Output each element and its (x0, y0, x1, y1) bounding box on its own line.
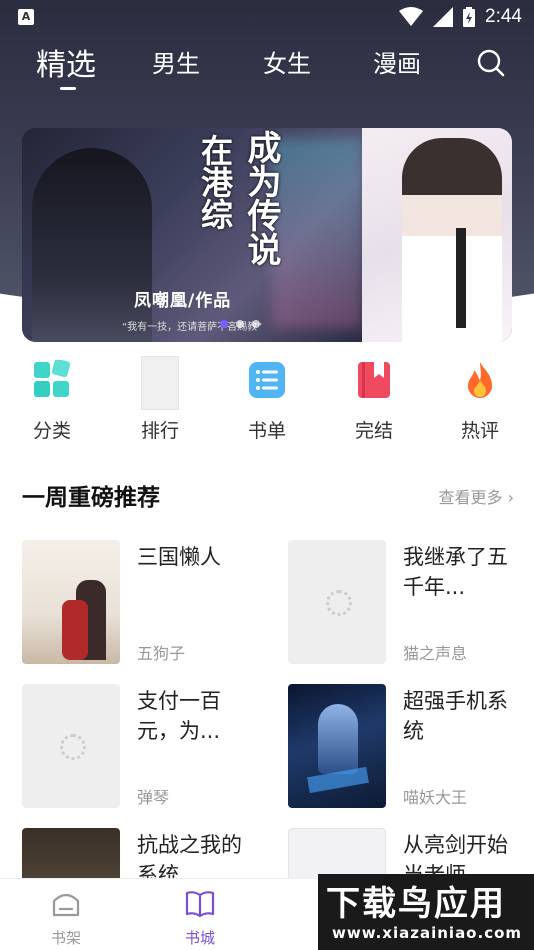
category-label: 排行 (140, 420, 179, 442)
chevron-right-icon: › (507, 488, 514, 507)
grid-icon (34, 358, 71, 397)
bookmark-book-icon (358, 362, 390, 398)
status-bar: A 2:44 (0, 0, 534, 36)
list-icon (249, 362, 285, 398)
signal-icon (433, 7, 454, 27)
nav-bookstore[interactable]: 书城 (160, 887, 240, 948)
battery-icon (463, 7, 476, 27)
book-cover (22, 684, 120, 808)
carousel-dot[interactable] (220, 320, 228, 328)
nav-label: 书架 (50, 929, 81, 947)
tab-comics[interactable]: 漫画 (373, 44, 421, 79)
tab-female[interactable]: 女生 (263, 44, 311, 79)
banner-character-tie (456, 228, 466, 328)
book-title: 三国懒人 (137, 545, 221, 569)
category-label: 完结 (354, 420, 393, 442)
tab-indicator (60, 87, 76, 90)
cover-cape (62, 600, 88, 660)
category-label: 热评 (460, 420, 499, 442)
open-book-icon (185, 891, 215, 918)
book-author: 喵妖大王 (403, 788, 468, 807)
category-hot-reviews[interactable]: 热评 (440, 352, 520, 443)
top-tabs: 精选 男生 女生 漫画 (0, 40, 534, 96)
see-more-link[interactable]: 查看更多 › (438, 484, 514, 508)
watermark-title: 下载鸟应用 (326, 884, 506, 924)
banner-author: 凤嘲凰/作品 (134, 291, 232, 311)
app-notification-icon: A (18, 9, 34, 25)
nav-label: 书城 (184, 929, 215, 947)
watermark-logo: 下载鸟应用 www.xiazainiao.com (318, 874, 534, 950)
book-title: 我继承了五千年... (403, 545, 508, 599)
book-card[interactable]: 三国懒人 五狗子 (22, 540, 272, 666)
tab-male[interactable]: 男生 (152, 44, 200, 79)
book-card[interactable]: 超强手机系统 喵妖大王 (288, 684, 534, 810)
category-label: 分类 (32, 420, 71, 442)
banner-glow (272, 138, 362, 328)
weekly-recommend-header: 一周重磅推荐 查看更多 › (22, 478, 514, 514)
carousel-dot[interactable] (252, 320, 260, 328)
search-icon[interactable] (476, 48, 506, 78)
book-author: 弹琴 (137, 788, 170, 807)
category-classify[interactable]: 分类 (12, 352, 92, 443)
book-cover (288, 540, 386, 664)
category-booklist[interactable]: 书单 (227, 352, 307, 443)
banner-title-line-2: 成为传说 (241, 130, 281, 266)
fire-icon (468, 362, 492, 398)
watermark-url: www.xiazainiao.com (332, 924, 523, 942)
cover-hero-figure (318, 704, 358, 774)
book-cover (22, 540, 120, 664)
see-more-label: 查看更多 (438, 488, 503, 507)
book-card[interactable]: 支付一百元，为... 弹琴 (22, 684, 272, 810)
bookshelf-icon (52, 893, 80, 917)
book-author: 五狗子 (137, 644, 186, 663)
carousel-dot[interactable] (236, 320, 244, 328)
banner-next-artwork (362, 128, 512, 342)
cover-title-band (307, 766, 369, 794)
banner-carousel[interactable]: 成为传说 在港综 凤嘲凰/作品 “我有一技，还请菩萨不吝赐教” (22, 128, 512, 342)
book-title: 支付一百元，为... (137, 689, 221, 743)
banner-figure (32, 148, 152, 342)
clock: 2:44 (485, 6, 522, 27)
category-label: 书单 (247, 420, 286, 442)
ranking-icon (141, 356, 179, 410)
book-card[interactable]: 我继承了五千年... 猫之声息 (288, 540, 534, 666)
tab-featured[interactable]: 精选 (36, 40, 96, 84)
banner-title-line-1: 在港综 (196, 134, 234, 230)
category-completed[interactable]: 完结 (334, 352, 414, 443)
book-cover (288, 684, 386, 808)
wifi-icon (399, 7, 424, 26)
nav-bookshelf[interactable]: 书架 (26, 887, 106, 948)
category-row: 分类 排行 书单 完结 热评 (0, 352, 534, 452)
banner-character (402, 138, 502, 342)
category-ranking[interactable]: 排行 (120, 352, 200, 443)
book-author: 猫之声息 (403, 644, 468, 663)
carousel-dots (220, 320, 260, 328)
book-title: 超强手机系统 (403, 689, 508, 743)
